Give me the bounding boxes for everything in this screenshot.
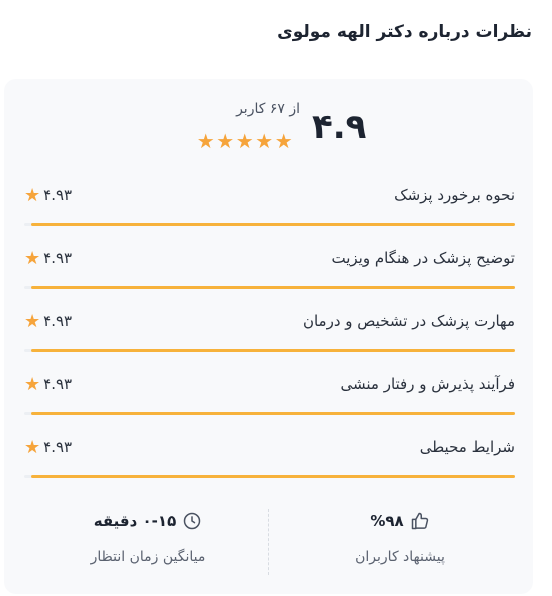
score-bar-fill xyxy=(30,475,515,478)
star-icon: ★ xyxy=(24,185,41,206)
criterion-score-value: ۴.۹۳ xyxy=(43,249,73,267)
star-icon: ★ xyxy=(24,374,41,395)
wait-time-stat: ۰-۱۵ دقیقه میانگین زمان انتظار xyxy=(48,507,248,577)
stats-divider xyxy=(268,509,269,575)
criterion-row: توضیح پزشک در هنگام ویزیت ★ ۴.۹۳ xyxy=(24,240,515,292)
criterion-label: فرآیند پذیرش و رفتار منشی xyxy=(340,375,515,393)
thumbs-up-icon xyxy=(410,511,430,531)
criterion-score-value: ۴.۹۳ xyxy=(43,438,73,456)
criterion-score: ★ ۴.۹۳ xyxy=(24,185,72,206)
reviews-page: نظرات درباره دکتر الهه مولوی ۴.۹ از ۶۷ ک… xyxy=(0,0,552,596)
criterion-score-value: ۴.۹۳ xyxy=(43,186,73,204)
score-bar-fill xyxy=(30,349,515,352)
score-bar xyxy=(24,349,515,352)
recommend-percent: %۹۸ xyxy=(370,512,404,530)
score-bar-fill xyxy=(30,286,515,289)
criterion-score: ★ ۴.۹۳ xyxy=(24,437,72,458)
page-title: نظرات درباره دکتر الهه مولوی xyxy=(277,22,532,42)
review-count: از ۶۷ کاربر xyxy=(236,101,300,117)
score-bar-fill xyxy=(30,412,515,415)
recommend-stat: %۹۸ پیشنهاد کاربران xyxy=(300,507,500,577)
criterion-label: مهارت پزشک در تشخیص و درمان xyxy=(302,312,515,330)
criterion-label: توضیح پزشک در هنگام ویزیت xyxy=(331,249,516,267)
score-bar xyxy=(24,286,515,289)
criterion-row: شرایط محیطی ★ ۴.۹۳ xyxy=(24,429,515,481)
criterion-score: ★ ۴.۹۳ xyxy=(24,374,72,395)
rating-summary: ۴.۹ از ۶۷ کاربر ★★★★★ xyxy=(194,101,374,161)
score-bar xyxy=(24,475,515,478)
wait-time-text: ۰-۱۵ دقیقه xyxy=(93,512,177,530)
star-icon: ★ xyxy=(255,129,274,153)
score-bar xyxy=(24,223,515,226)
star-icon: ★ xyxy=(24,248,41,269)
recommend-value: %۹۸ xyxy=(300,511,500,531)
criterion-row: فرآیند پذیرش و رفتار منشی ★ ۴.۹۳ xyxy=(24,366,515,418)
criterion-row: نحوه برخورد پزشک ★ ۴.۹۳ xyxy=(24,177,515,229)
criterion-score: ★ ۴.۹۳ xyxy=(24,248,72,269)
star-icon: ★ xyxy=(274,129,293,153)
star-icon: ★ xyxy=(235,129,254,153)
score-bar xyxy=(24,412,515,415)
criterion-score-value: ۴.۹۳ xyxy=(43,375,73,393)
star-icon: ★ xyxy=(196,129,215,153)
clock-icon xyxy=(182,511,202,531)
criterion-row: مهارت پزشک در تشخیص و درمان ★ ۴.۹۳ xyxy=(24,303,515,355)
overall-score: ۴.۹ xyxy=(312,107,367,147)
score-bar-fill xyxy=(30,223,515,226)
stats-section: %۹۸ پیشنهاد کاربران ۰-۱۵ دقیقه میانگین ز… xyxy=(4,507,533,577)
star-icon: ★ xyxy=(24,437,41,458)
star-icon: ★ xyxy=(24,311,41,332)
overall-stars: ★★★★★ xyxy=(196,131,294,151)
criterion-score-value: ۴.۹۳ xyxy=(43,312,73,330)
wait-time-caption: میانگین زمان انتظار xyxy=(90,549,206,565)
criterion-label: نحوه برخورد پزشک xyxy=(394,186,515,204)
star-icon: ★ xyxy=(216,129,235,153)
criterion-label: شرایط محیطی xyxy=(419,438,515,456)
wait-time-value: ۰-۱۵ دقیقه xyxy=(48,511,248,531)
reviews-card: ۴.۹ از ۶۷ کاربر ★★★★★ نحوه برخورد پزشک ★… xyxy=(4,79,533,594)
criterion-score: ★ ۴.۹۳ xyxy=(24,311,72,332)
recommend-caption: پیشنهاد کاربران xyxy=(355,549,445,565)
